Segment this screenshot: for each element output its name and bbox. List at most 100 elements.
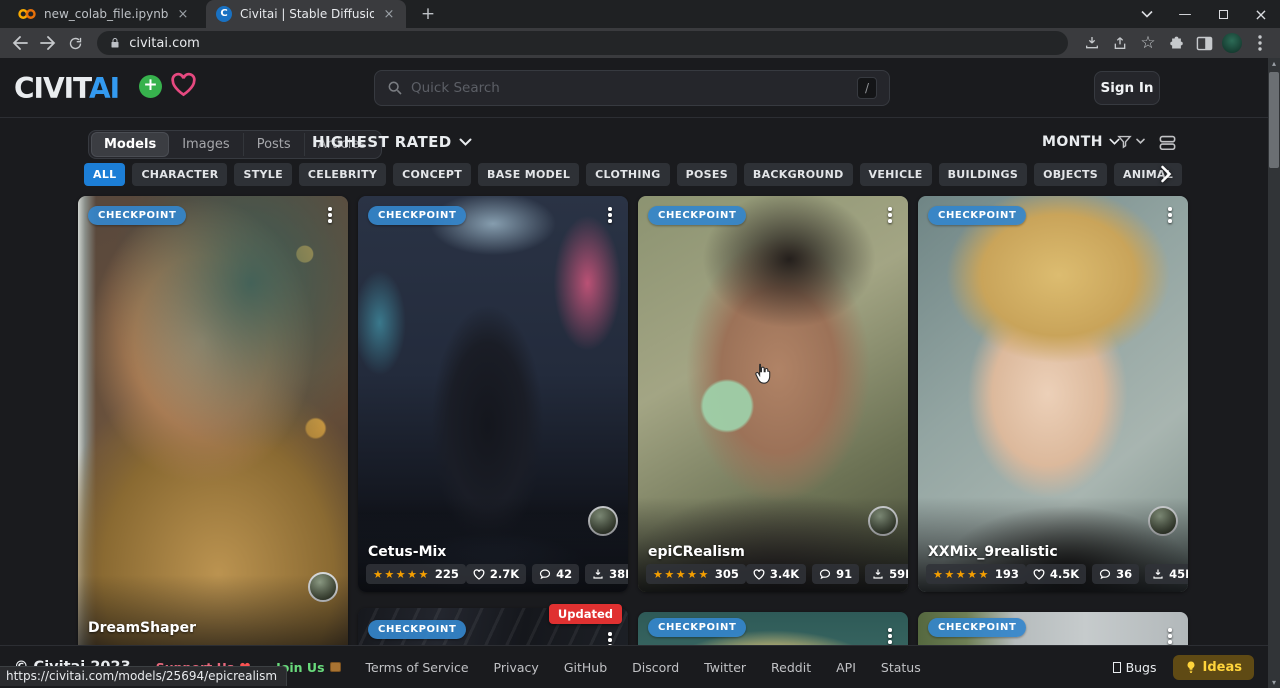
search-icon bbox=[387, 80, 403, 96]
category-chip-vehicle[interactable]: VEHICLE bbox=[860, 163, 932, 186]
tab-models[interactable]: Models bbox=[91, 132, 169, 157]
tab-search-icon[interactable] bbox=[1128, 0, 1166, 28]
model-card-cetus-mix[interactable]: CHECKPOINT Cetus-Mix ★★★★★225 2.7K 42 38… bbox=[358, 196, 628, 592]
category-chip-style[interactable]: STYLE bbox=[234, 163, 291, 186]
model-type-badge: CHECKPOINT bbox=[928, 618, 1026, 637]
card-menu-icon[interactable] bbox=[1161, 626, 1179, 646]
tab-close-icon[interactable]: × bbox=[382, 7, 396, 22]
upload-plus-button[interactable]: + bbox=[139, 75, 162, 98]
downloads-pill: 45K bbox=[1145, 564, 1188, 584]
category-chip-objects[interactable]: OBJECTS bbox=[1034, 163, 1107, 186]
model-title: XXMix_9realistic bbox=[928, 544, 1058, 560]
card-menu-icon[interactable] bbox=[321, 205, 339, 225]
browser-tab-strip: new_colab_file.ipynb - Colaborat × C Civ… bbox=[0, 0, 1280, 28]
category-chip-all[interactable]: ALL bbox=[84, 163, 125, 186]
downloads-pill: 38K bbox=[585, 564, 628, 584]
footer-link-api[interactable]: API bbox=[836, 660, 856, 675]
category-chip-clothing[interactable]: CLOTHING bbox=[586, 163, 669, 186]
ideas-button[interactable]: Ideas bbox=[1173, 655, 1254, 680]
extensions-puzzle-icon[interactable] bbox=[1162, 30, 1190, 56]
civitai-logo[interactable]: CIVITAI bbox=[14, 72, 119, 106]
layout-toggle-button[interactable] bbox=[1158, 134, 1177, 151]
card-menu-icon[interactable] bbox=[881, 205, 899, 225]
model-type-badge: CHECKPOINT bbox=[88, 206, 186, 225]
footer-link-twitter[interactable]: Twitter bbox=[704, 660, 746, 675]
sign-in-button[interactable]: Sign In bbox=[1094, 71, 1160, 105]
model-title: Cetus-Mix bbox=[368, 544, 446, 560]
footer-link-status[interactable]: Status bbox=[881, 660, 921, 675]
heart-icon bbox=[753, 569, 765, 580]
browser-tab-civitai[interactable]: C Civitai | Stable Diffusion models, × bbox=[206, 0, 406, 28]
download-icon bbox=[872, 568, 884, 580]
category-chip-buildings[interactable]: BUILDINGS bbox=[939, 163, 1028, 186]
close-button[interactable]: × bbox=[1242, 0, 1280, 28]
period-select[interactable]: MONTH bbox=[1042, 134, 1120, 150]
heart-icon bbox=[1033, 569, 1045, 580]
star-icons: ★★★★★ bbox=[653, 568, 710, 581]
downloads-pill: 59K bbox=[865, 564, 908, 584]
mouse-cursor bbox=[750, 362, 772, 386]
lightbulb-icon bbox=[1185, 660, 1197, 674]
footer-link-discord[interactable]: Discord bbox=[632, 660, 679, 675]
download-page-icon[interactable] bbox=[1078, 30, 1106, 56]
heart-icon bbox=[473, 569, 485, 580]
card-menu-icon[interactable] bbox=[1161, 205, 1179, 225]
category-chip-character[interactable]: CHARACTER bbox=[132, 163, 227, 186]
tab-close-icon[interactable]: × bbox=[176, 7, 190, 22]
page-scrollbar[interactable]: ▴ ▾ bbox=[1268, 58, 1280, 688]
filter-button[interactable] bbox=[1116, 133, 1145, 150]
comment-icon bbox=[1099, 568, 1111, 580]
browser-tab-colab[interactable]: new_colab_file.ipynb - Colaborat × bbox=[8, 0, 200, 28]
side-panel-icon[interactable] bbox=[1190, 30, 1218, 56]
back-icon[interactable] bbox=[6, 30, 34, 56]
new-tab-button[interactable]: + bbox=[416, 3, 440, 27]
category-filter-bar: ALL CHARACTER STYLE CELEBRITY CONCEPT BA… bbox=[84, 163, 1188, 189]
share-icon[interactable] bbox=[1106, 30, 1134, 56]
model-title: DreamShaper bbox=[88, 620, 196, 636]
address-bar[interactable]: civitai.com bbox=[97, 31, 1068, 55]
comments-pill: 91 bbox=[812, 564, 859, 584]
model-type-badge: CHECKPOINT bbox=[648, 618, 746, 637]
footer-link-github[interactable]: GitHub bbox=[564, 660, 607, 675]
footer-link-privacy[interactable]: Privacy bbox=[494, 660, 539, 675]
comments-pill: 42 bbox=[532, 564, 579, 584]
search-input[interactable] bbox=[411, 80, 849, 96]
footer-link-reddit[interactable]: Reddit bbox=[771, 660, 811, 675]
tab-images[interactable]: Images bbox=[169, 133, 244, 156]
download-icon bbox=[592, 568, 604, 580]
tab-title: new_colab_file.ipynb - Colaborat bbox=[44, 7, 168, 21]
scroll-down-arrow[interactable]: ▾ bbox=[1268, 678, 1280, 687]
browser-menu-icon[interactable] bbox=[1246, 30, 1274, 56]
bugs-button[interactable]: Bugs bbox=[1113, 660, 1157, 675]
model-card-dreamshaper[interactable]: CHECKPOINT DreamShaper bbox=[78, 196, 348, 680]
maximize-button[interactable] bbox=[1204, 0, 1242, 28]
link-preview-statusbar: https://civitai.com/models/25694/epicrea… bbox=[0, 666, 287, 686]
category-chip-poses[interactable]: POSES bbox=[677, 163, 737, 186]
sort-select[interactable]: HIGHEST RATED bbox=[312, 133, 472, 151]
reload-icon[interactable] bbox=[61, 30, 89, 56]
forward-icon[interactable] bbox=[34, 30, 62, 56]
model-card-epicrealism[interactable]: CHECKPOINT epiCRealism ★★★★★305 3.4K 91 … bbox=[638, 196, 908, 592]
wallet-icon bbox=[330, 662, 341, 672]
site-header: CIVITAI + / Sign In bbox=[0, 58, 1268, 118]
scrollbar-thumb[interactable] bbox=[1269, 72, 1279, 168]
category-chip-concept[interactable]: CONCEPT bbox=[393, 163, 471, 186]
url-text: civitai.com bbox=[129, 36, 200, 51]
card-menu-icon[interactable] bbox=[881, 626, 899, 646]
scroll-up-arrow[interactable]: ▴ bbox=[1268, 59, 1280, 68]
bookmark-star-icon[interactable]: ☆ bbox=[1134, 30, 1162, 56]
comments-pill: 36 bbox=[1092, 564, 1139, 584]
profile-avatar[interactable] bbox=[1218, 30, 1246, 56]
rating-pill: ★★★★★305 bbox=[646, 564, 746, 584]
minimize-button[interactable]: — bbox=[1166, 0, 1204, 28]
category-chip-celebrity[interactable]: CELEBRITY bbox=[299, 163, 386, 186]
category-chip-base-model[interactable]: BASE MODEL bbox=[478, 163, 579, 186]
model-card-xxmix9realistic[interactable]: CHECKPOINT XXMix_9realistic ★★★★★193 4.5… bbox=[918, 196, 1188, 592]
card-menu-icon[interactable] bbox=[601, 205, 619, 225]
quick-search[interactable]: / bbox=[374, 70, 890, 106]
categories-scroll-right-icon[interactable] bbox=[1160, 165, 1172, 183]
category-chip-background[interactable]: BACKGROUND bbox=[744, 163, 853, 186]
footer-link-terms[interactable]: Terms of Service bbox=[366, 660, 469, 675]
tab-posts[interactable]: Posts bbox=[244, 133, 305, 156]
support-heart-icon[interactable] bbox=[170, 72, 197, 97]
